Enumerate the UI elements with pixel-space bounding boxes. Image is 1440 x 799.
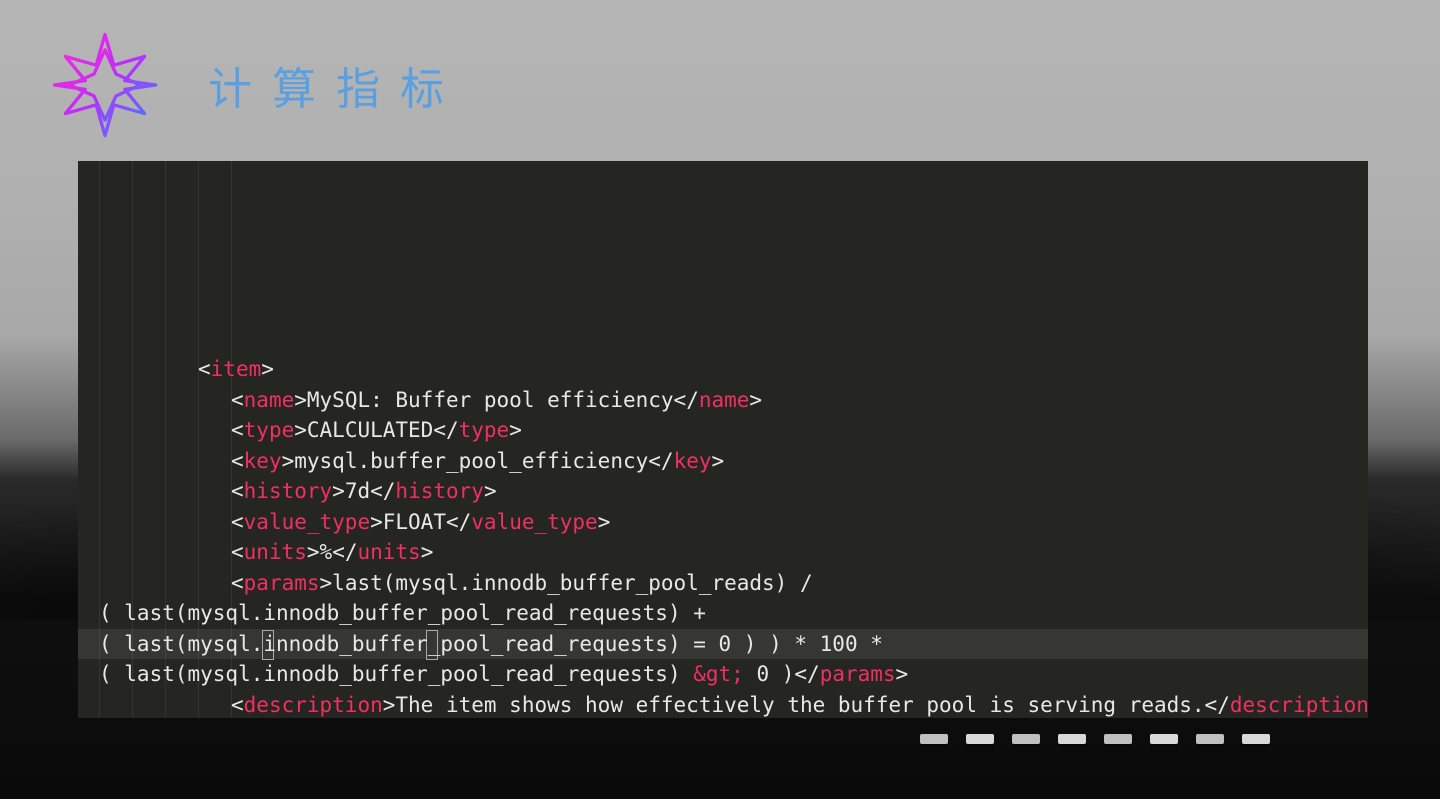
star-logo-icon [50, 30, 160, 140]
code-editor[interactable]: <item><name>MySQL: Buffer pool efficienc… [78, 161, 1368, 718]
background-cars [920, 724, 1280, 744]
code-content: <item><name>MySQL: Buffer pool efficienc… [78, 344, 1368, 718]
slide-header: 计算指标 [50, 30, 464, 140]
slide-title: 计算指标 [208, 53, 464, 117]
